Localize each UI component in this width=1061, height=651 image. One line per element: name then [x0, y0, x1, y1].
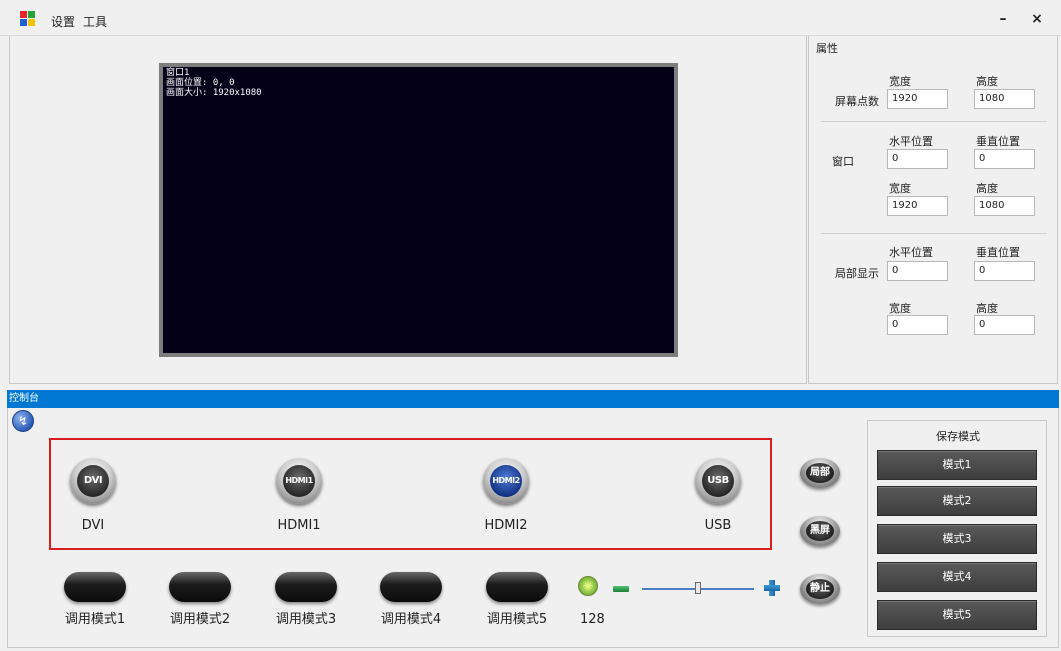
dvi-icon[interactable]: DVI	[70, 458, 116, 504]
preview-area: 窗口1 画面位置: 0, 0 画面大小: 1920x1080	[9, 36, 807, 384]
save-modes-title: 保存模式	[936, 430, 980, 443]
save-mode-3-button[interactable]: 模式3	[877, 524, 1037, 554]
menu-bar: 设置 工具	[50, 13, 108, 30]
call-mode-2[interactable]: 调用模式2	[155, 572, 245, 627]
partial-display-label: 局部显示	[835, 267, 879, 280]
call-mode-4[interactable]: 调用模式4	[366, 572, 456, 627]
source-hdmi2[interactable]: HDMI2 HDMI2	[461, 458, 551, 533]
partial-vpos-label: 垂直位置	[976, 246, 1020, 259]
call-mode-5-label: 调用模式5	[486, 612, 548, 627]
source-dvi[interactable]: DVI DVI	[48, 458, 138, 533]
source-hdmi2-label: HDMI2	[484, 518, 528, 533]
black-screen-button[interactable]: 黑屏	[800, 516, 840, 546]
source-usb[interactable]: USB USB	[673, 458, 763, 533]
save-modes-panel: 保存模式 模式1 模式2 模式3 模式4 模式5	[867, 420, 1047, 637]
window-name: 窗口1	[166, 68, 190, 78]
connect-icon[interactable]: ↯	[12, 410, 34, 432]
call-mode-3-label: 调用模式3	[275, 612, 337, 627]
screen-width-label: 宽度	[889, 75, 911, 88]
freeze-button[interactable]: 静止	[800, 574, 840, 604]
save-mode-2-button[interactable]: 模式2	[877, 486, 1037, 516]
usb-icon[interactable]: USB	[695, 458, 741, 504]
partial-height-input[interactable]: 0	[974, 315, 1035, 335]
save-mode-1-button[interactable]: 模式1	[877, 450, 1037, 480]
source-usb-label: USB	[704, 518, 732, 533]
window-position: 画面位置: 0, 0	[166, 78, 235, 88]
window-info: 窗口1 画面位置: 0, 0 画面大小: 1920x1080	[166, 68, 262, 98]
brightness-minus-icon[interactable]	[613, 586, 629, 592]
minimize-button[interactable]: –	[991, 8, 1015, 30]
call-mode-4-label: 调用模式4	[380, 612, 442, 627]
hdmi2-icon[interactable]: HDMI2	[483, 458, 529, 504]
partial-width-label: 宽度	[889, 302, 911, 315]
call-mode-4-button[interactable]	[380, 572, 442, 602]
app-logo-icon	[20, 11, 36, 27]
call-mode-3[interactable]: 调用模式3	[261, 572, 351, 627]
console-title: 控制台	[7, 390, 1059, 408]
close-button[interactable]: ×	[1025, 8, 1049, 30]
partial-hpos-label: 水平位置	[889, 246, 933, 259]
window-label: 窗口	[832, 155, 854, 168]
brightness-slider-thumb[interactable]	[695, 582, 701, 594]
menu-tools[interactable]: 工具	[82, 13, 108, 30]
source-hdmi1[interactable]: HDMI1 HDMI1	[254, 458, 344, 533]
call-mode-5[interactable]: 调用模式5	[472, 572, 562, 627]
call-mode-1-label: 调用模式1	[64, 612, 126, 627]
screen-points-label: 屏幕点数	[835, 95, 879, 108]
window-height-label: 高度	[976, 182, 998, 195]
screen-height-label: 高度	[976, 75, 998, 88]
screen-width-input[interactable]: 1920	[887, 89, 948, 109]
partial-vpos-input[interactable]: 0	[974, 261, 1035, 281]
call-mode-1-button[interactable]	[64, 572, 126, 602]
partial-height-label: 高度	[976, 302, 998, 315]
input-source-group	[49, 438, 772, 550]
call-mode-5-button[interactable]	[486, 572, 548, 602]
source-dvi-label: DVI	[81, 518, 105, 533]
properties-title: 属性	[816, 42, 838, 55]
call-mode-2-label: 调用模式2	[169, 612, 231, 627]
brightness-icon: ☼	[578, 576, 598, 596]
screen-height-input[interactable]: 1080	[974, 89, 1035, 109]
partial-width-input[interactable]: 0	[887, 315, 948, 335]
title-bar: 设置 工具 – ×	[0, 0, 1061, 36]
separator	[821, 121, 1047, 122]
save-mode-4-button[interactable]: 模式4	[877, 562, 1037, 592]
brightness-value: 128	[580, 612, 605, 627]
brightness-plus-icon[interactable]	[764, 580, 780, 596]
window-width-input[interactable]: 1920	[887, 196, 948, 216]
call-mode-2-button[interactable]	[169, 572, 231, 602]
partial-button[interactable]: 局部	[800, 458, 840, 488]
hdmi1-icon[interactable]: HDMI1	[276, 458, 322, 504]
source-hdmi1-label: HDMI1	[277, 518, 321, 533]
window-size: 画面大小: 1920x1080	[166, 88, 262, 98]
window-width-label: 宽度	[889, 182, 911, 195]
menu-settings[interactable]: 设置	[50, 13, 76, 30]
separator	[821, 233, 1047, 234]
call-mode-1[interactable]: 调用模式1	[50, 572, 140, 627]
save-mode-5-button[interactable]: 模式5	[877, 600, 1037, 630]
window-vpos-input[interactable]: 0	[974, 149, 1035, 169]
window-vpos-label: 垂直位置	[976, 135, 1020, 148]
window-hpos-label: 水平位置	[889, 135, 933, 148]
call-mode-3-button[interactable]	[275, 572, 337, 602]
screen-preview[interactable]: 窗口1 画面位置: 0, 0 画面大小: 1920x1080	[159, 63, 678, 357]
partial-hpos-input[interactable]: 0	[887, 261, 948, 281]
window-hpos-input[interactable]: 0	[887, 149, 948, 169]
window-height-input[interactable]: 1080	[974, 196, 1035, 216]
properties-panel: 属性 宽度 高度 屏幕点数 1920 1080 水平位置 垂直位置 窗口 0 0…	[808, 36, 1058, 384]
